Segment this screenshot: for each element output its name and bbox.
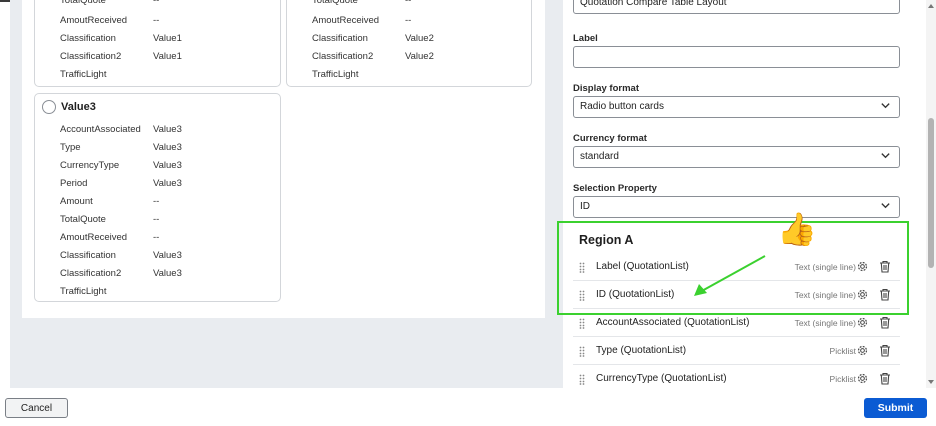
selection-property-select[interactable]: ID: [573, 196, 900, 218]
row-value: --: [405, 0, 412, 6]
gear-icon[interactable]: [856, 372, 869, 385]
row-key: Period: [60, 178, 88, 189]
row-value: --: [153, 0, 160, 6]
field-row[interactable]: ID (QuotationList) Text (single line): [573, 282, 900, 309]
field-row[interactable]: Type (QuotationList) Picklist: [573, 338, 900, 365]
gear-icon[interactable]: [856, 316, 869, 329]
label-field-label: Label: [573, 33, 598, 44]
row-key: AccountAssociated: [60, 124, 141, 135]
trash-icon[interactable]: [879, 288, 891, 301]
selection-property-label: Selection Property: [573, 183, 657, 194]
row-key: AmoutReceived: [60, 15, 128, 26]
row-value: --: [153, 214, 160, 225]
currency-format-label: Currency format: [573, 133, 647, 144]
row-key: Type: [60, 142, 81, 153]
currency-format-select[interactable]: standard: [573, 146, 900, 168]
drag-handle-icon[interactable]: [579, 374, 585, 385]
dialog-footer: Cancel Submit: [0, 388, 936, 426]
row-value: --: [153, 15, 160, 26]
row-key: CurrencyType: [60, 160, 120, 171]
display-format-value: Radio button cards: [580, 101, 664, 112]
row-value: --: [153, 232, 160, 243]
field-name: Type (QuotationList): [596, 345, 687, 356]
label-field[interactable]: [573, 46, 900, 68]
gear-icon[interactable]: [856, 260, 869, 273]
card-title: Value3: [61, 101, 96, 113]
field-name: CurrencyType (QuotationList): [596, 373, 727, 384]
row-value: Value2: [405, 51, 434, 62]
row-key: Classification2: [60, 268, 122, 279]
trash-icon[interactable]: [879, 260, 891, 273]
display-format-select[interactable]: Radio button cards: [573, 96, 900, 118]
trash-icon[interactable]: [879, 344, 891, 357]
drag-handle-icon[interactable]: [579, 290, 585, 301]
field-name: Label (QuotationList): [596, 261, 689, 272]
properties-panel: Quotation Compare Table Layout Label Dis…: [563, 0, 926, 388]
row-value: Value3: [153, 250, 182, 261]
properties-scrollbar[interactable]: [926, 0, 936, 388]
row-value: Value3: [153, 178, 182, 189]
drag-handle-icon[interactable]: [579, 318, 585, 329]
option-card-value2[interactable]: TotalQuote -- AmoutReceived -- Classificat…: [286, 0, 532, 87]
selection-property-value: ID: [580, 201, 590, 212]
option-card-value1[interactable]: TotalQuote -- AmoutReceived -- Classificat…: [34, 0, 281, 87]
currency-format-value: standard: [580, 151, 619, 162]
row-key: Amount: [60, 196, 93, 207]
field-type: Text (single line): [794, 318, 856, 328]
layout-name-field[interactable]: Quotation Compare Table Layout: [573, 0, 900, 14]
row-key: TotalQuote: [60, 0, 106, 6]
row-key: TrafficLight: [60, 286, 107, 297]
row-key: TotalQuote: [312, 0, 358, 6]
row-key: AmoutReceived: [312, 15, 380, 26]
field-type: Picklist: [829, 346, 856, 356]
row-key: Classification: [60, 33, 116, 44]
chevron-down-icon: [881, 203, 890, 209]
field-row[interactable]: AccountAssociated (QuotationList) Text (…: [573, 310, 900, 337]
row-key: TrafficLight: [312, 69, 359, 80]
scrollbar-thumb[interactable]: [928, 118, 934, 268]
radio-button[interactable]: [42, 100, 56, 114]
region-title: Region A: [579, 233, 634, 247]
field-name: AccountAssociated (QuotationList): [596, 317, 750, 328]
row-key: AmoutReceived: [60, 232, 128, 243]
row-key: Classification: [312, 33, 368, 44]
row-value: Value3: [153, 142, 182, 153]
row-key: Classification2: [312, 51, 374, 62]
field-type: Picklist: [829, 374, 856, 384]
drag-handle-icon[interactable]: [579, 262, 585, 273]
scroll-up-icon[interactable]: [927, 2, 935, 10]
row-value: Value3: [153, 124, 182, 135]
trash-icon[interactable]: [879, 316, 891, 329]
cancel-button[interactable]: Cancel: [5, 398, 68, 418]
row-key: TotalQuote: [60, 214, 106, 225]
row-value: --: [405, 15, 412, 26]
field-row[interactable]: Label (QuotationList) Text (single line): [573, 254, 900, 281]
chevron-down-icon: [881, 153, 890, 159]
submit-button[interactable]: Submit: [864, 398, 927, 418]
row-value: --: [153, 196, 160, 207]
field-row[interactable]: CurrencyType (QuotationList) Picklist: [573, 366, 900, 388]
display-format-label: Display format: [573, 83, 639, 94]
trash-icon[interactable]: [879, 372, 891, 385]
field-type: Text (single line): [794, 262, 856, 272]
gear-icon[interactable]: [856, 344, 869, 357]
drag-handle-icon[interactable]: [579, 346, 585, 357]
gear-icon[interactable]: [856, 288, 869, 301]
row-key: TrafficLight: [60, 69, 107, 80]
scroll-down-icon[interactable]: [927, 378, 935, 386]
row-value: Value2: [405, 33, 434, 44]
row-key: Classification: [60, 250, 116, 261]
field-name: ID (QuotationList): [596, 289, 675, 300]
thumbs-up-icon: 👍: [777, 211, 817, 247]
row-value: Value3: [153, 268, 182, 279]
row-value: Value3: [153, 160, 182, 171]
row-key: Classification2: [60, 51, 122, 62]
row-value: Value1: [153, 33, 182, 44]
option-card-value3[interactable]: Value3 AccountAssociated Value3 Type Value…: [34, 93, 281, 302]
layout-name-value: Quotation Compare Table Layout: [580, 0, 727, 8]
row-value: Value1: [153, 51, 182, 62]
field-type: Text (single line): [794, 290, 856, 300]
chevron-down-icon: [881, 103, 890, 109]
